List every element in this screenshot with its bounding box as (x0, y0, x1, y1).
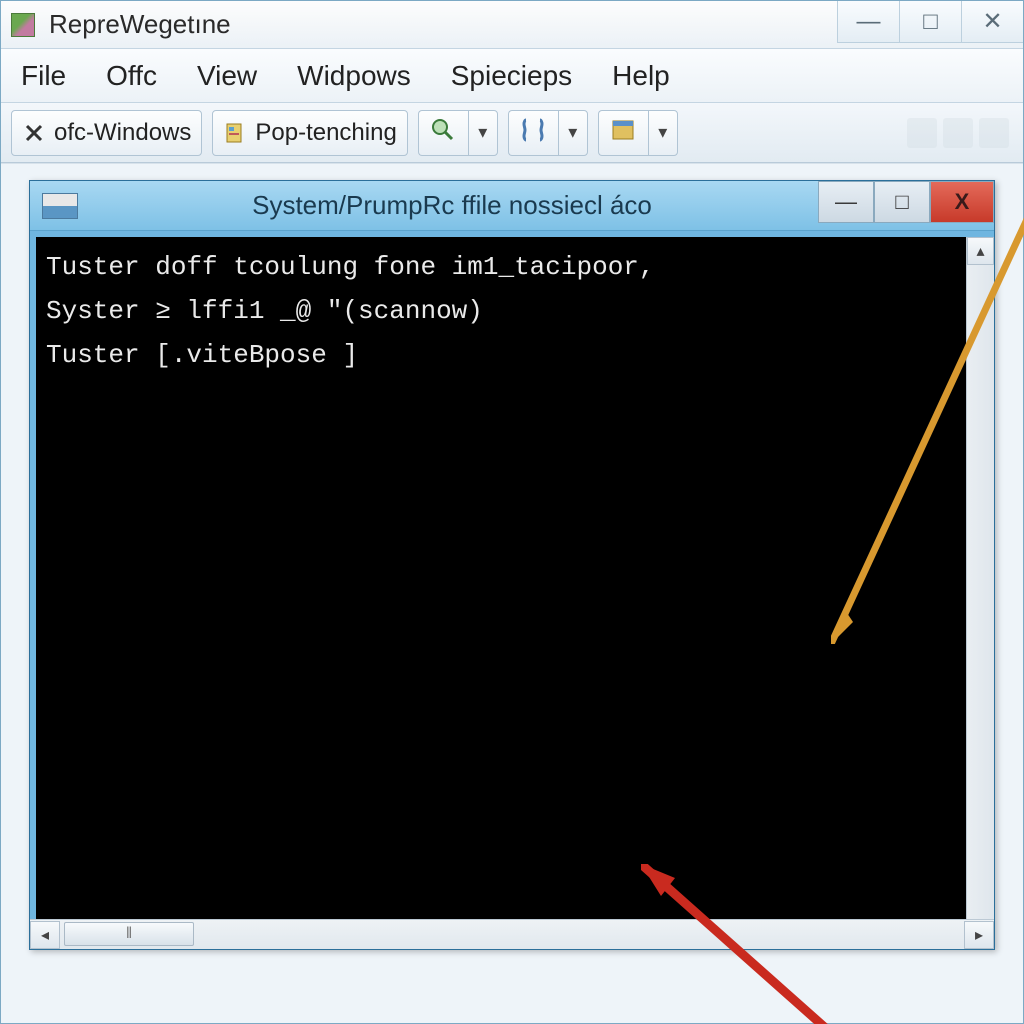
close-tab-icon (22, 121, 46, 145)
disabled-tool-icon (979, 118, 1009, 148)
disabled-toolbar-group (907, 118, 1013, 148)
menu-widpows[interactable]: Widpows (291, 56, 417, 96)
console-line: Tuster doff tcoulung fone im1_tacipoor, (46, 252, 655, 282)
menu-spiecieps[interactable]: Spiecieps (445, 56, 578, 96)
scroll-track[interactable] (967, 265, 994, 919)
menu-file[interactable]: File (15, 56, 72, 96)
console-line: Syster ≥ lffi1 _@ "(scannow) (46, 296, 483, 326)
tab-ofc-windows[interactable]: ofc-Windows (11, 110, 202, 156)
disabled-tool-icon (943, 118, 973, 148)
magnifier-icon (430, 117, 456, 148)
app-icon (11, 13, 35, 37)
scroll-thumb[interactable]: ǁ (64, 922, 194, 946)
toolbar: ofc-Windows Pop-tenching ▾ ▾ (1, 103, 1023, 163)
menu-help[interactable]: Help (606, 56, 676, 96)
console-maximize-button[interactable]: □ (874, 181, 930, 223)
outer-maximize-button[interactable]: □ (899, 1, 961, 43)
outer-app-window: RepreWegetıne — □ ✕ File Offc View Widpo… (0, 0, 1024, 1024)
outer-minimize-button[interactable]: — (837, 1, 899, 43)
tab-label: ofc-Windows (54, 119, 191, 147)
window-tool: ▾ (598, 110, 678, 156)
script-dropdown[interactable]: ▾ (558, 110, 588, 156)
zoom-tool: ▾ (418, 110, 498, 156)
console-titlebar[interactable]: System/PrumpRc ffile nossiecl áco — □ X (30, 181, 994, 231)
console-window-controls: — □ X (818, 181, 994, 225)
console-line: Tuster [.viteBpose ] (46, 340, 358, 370)
zoom-dropdown[interactable]: ▾ (468, 110, 498, 156)
script-icon (520, 117, 546, 148)
menu-offc[interactable]: Offc (100, 56, 163, 96)
disabled-tool-icon (907, 118, 937, 148)
script-tool: ▾ (508, 110, 588, 156)
script-button[interactable] (508, 110, 558, 156)
client-area: System/PrumpRc ffile nossiecl áco — □ X … (1, 163, 1023, 1023)
outer-titlebar[interactable]: RepreWegetıne — □ ✕ (1, 1, 1023, 49)
app-title: RepreWegetıne (49, 9, 231, 40)
console-icon (42, 193, 78, 219)
tab-pop-tenching[interactable]: Pop-tenching (212, 110, 407, 156)
menu-view[interactable]: View (191, 56, 263, 96)
vertical-scrollbar[interactable]: ▴ (966, 237, 994, 919)
document-icon (223, 121, 247, 145)
outer-window-controls: — □ ✕ (837, 1, 1023, 49)
window-icon (611, 118, 635, 147)
scroll-up-button[interactable]: ▴ (967, 237, 994, 265)
console-window: System/PrumpRc ffile nossiecl áco — □ X … (29, 180, 995, 950)
scroll-left-button[interactable]: ◂ (30, 921, 60, 949)
window-button[interactable] (598, 110, 648, 156)
zoom-button[interactable] (418, 110, 468, 156)
console-close-button[interactable]: X (930, 181, 994, 223)
scroll-track[interactable]: ǁ (60, 920, 964, 949)
outer-close-button[interactable]: ✕ (961, 1, 1023, 43)
console-minimize-button[interactable]: — (818, 181, 874, 223)
scroll-right-button[interactable]: ▸ (964, 921, 994, 949)
console-output[interactable]: Tuster doff tcoulung fone im1_tacipoor, … (36, 237, 966, 919)
horizontal-scrollbar[interactable]: ◂ ǁ ▸ (30, 919, 994, 949)
window-dropdown[interactable]: ▾ (648, 110, 678, 156)
tab-label: Pop-tenching (255, 119, 396, 147)
menu-bar: File Offc View Widpows Spiecieps Help (1, 49, 1023, 103)
console-body: Tuster doff tcoulung fone im1_tacipoor, … (30, 231, 994, 919)
